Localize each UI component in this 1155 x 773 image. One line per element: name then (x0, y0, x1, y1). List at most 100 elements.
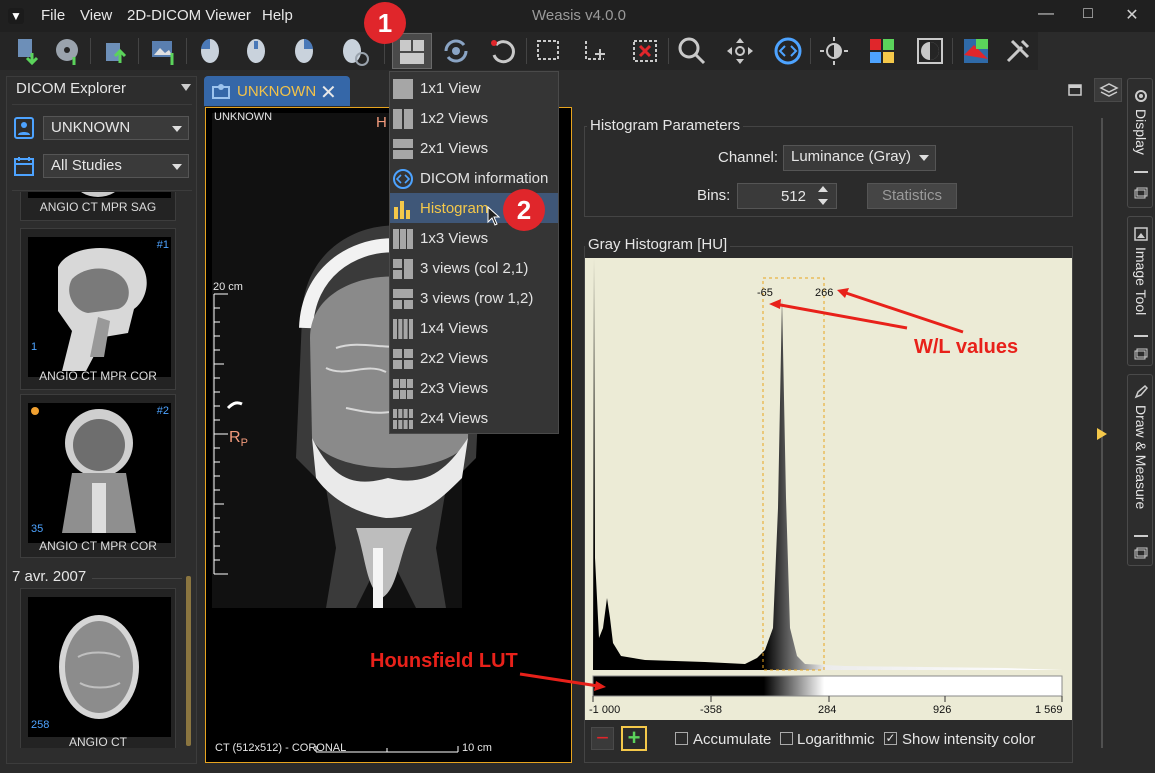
menu-view[interactable]: View (80, 7, 112, 24)
series-item[interactable]: #1 1 ANGIO CT MPR COR (20, 228, 176, 390)
window-high-label: 266 (815, 287, 833, 299)
window-title: Weasis v4.0.0 (532, 7, 626, 24)
spinner-down-icon[interactable] (818, 199, 828, 205)
axis-tick-label: 284 (818, 704, 836, 716)
logarithmic-checkbox[interactable] (780, 732, 793, 745)
bins-spinner[interactable]: 512 (737, 183, 837, 209)
slider-thumb[interactable] (1097, 428, 1107, 440)
restore-panel-icon[interactable] (1134, 187, 1148, 199)
gear-icon (1135, 90, 1147, 102)
menu-help[interactable]: Help (262, 7, 293, 24)
orientation-left: RP (229, 429, 248, 449)
series-label: ANGIO CT (68, 735, 127, 748)
menu-item-2x3-views[interactable]: 2x3 Views (390, 373, 558, 403)
explorer-scrollbar[interactable] (186, 576, 191, 746)
restore-panel-icon[interactable] (1134, 547, 1148, 559)
series-list: ANGIO CT MPR SAG #1 1 ANGIO CT MPR COR #… (12, 192, 182, 748)
restore-panel-icon[interactable] (1134, 348, 1148, 360)
lut-colors-icon[interactable] (866, 35, 898, 67)
statistics-button[interactable]: Statistics (867, 183, 957, 209)
window-level-icon[interactable] (818, 35, 850, 67)
menu-item-2x4-views[interactable]: 2x4 Views (390, 403, 558, 433)
explorer-title: DICOM Explorer (16, 80, 127, 97)
status-dot-icon (31, 407, 39, 415)
minimize-icon[interactable]: — (1036, 5, 1056, 23)
delete-selection-icon[interactable] (630, 35, 662, 67)
gray-histogram-title: Gray Histogram [HU] (585, 236, 731, 253)
add-button[interactable]: + (621, 726, 647, 751)
export-dicom-icon[interactable] (100, 35, 132, 67)
remove-button[interactable]: − (591, 727, 614, 750)
draw-icon (1134, 385, 1148, 399)
histogram-icon (394, 201, 410, 219)
menu-item-3-views-row[interactable]: 3 views (row 1,2) (390, 283, 558, 313)
invert-lut-icon[interactable] (914, 35, 946, 67)
series-item[interactable]: 258 ANGIO CT (20, 588, 176, 748)
tab-display-label: Display (1133, 109, 1149, 155)
studies-combo[interactable]: All Studies (43, 154, 189, 178)
tab-image-tool[interactable]: Image Tool (1127, 216, 1153, 366)
import-cd-icon[interactable] (52, 35, 84, 67)
hounsfield-lut-annotation: Hounsfield LUT (370, 650, 518, 672)
right-panels-strip: Display Image Tool Draw & Measure (1127, 78, 1154, 768)
menu-file[interactable]: File (41, 7, 65, 24)
accumulate-checkbox[interactable] (675, 732, 688, 745)
channel-select[interactable]: Luminance (Gray) (783, 145, 936, 171)
show-intensity-color-checkbox[interactable]: ✓ (884, 732, 897, 745)
menu-item-2x2-views[interactable]: 2x2 Views (390, 343, 558, 373)
mpr-icon[interactable] (960, 35, 992, 67)
studies-combo-value: All Studies (51, 157, 122, 174)
close-window-icon[interactable]: ✕ (1122, 5, 1142, 25)
pan-icon[interactable] (724, 35, 756, 67)
mouse-right-action-icon[interactable] (290, 35, 322, 67)
synchronize-icon[interactable] (440, 35, 472, 67)
series-item[interactable]: #2 35 ANGIO CT MPR COR (20, 394, 176, 558)
reset-icon[interactable] (488, 35, 520, 67)
chevron-down-icon (172, 164, 182, 170)
export-image-icon[interactable] (148, 35, 180, 67)
series-item[interactable]: ANGIO CT MPR SAG (20, 192, 176, 221)
menu-item-1x2-views[interactable]: 1x2 Views (390, 103, 558, 133)
menu-item-3-views-col[interactable]: 3 views (col 2,1) (390, 253, 558, 283)
tab-draw-measure-label: Draw & Measure (1133, 405, 1149, 510)
mouse-left-action-icon[interactable] (196, 35, 228, 67)
tab-draw-measure[interactable]: Draw & Measure (1127, 374, 1153, 566)
viewer-tab-icon (212, 84, 230, 99)
layers-button[interactable] (1094, 78, 1122, 102)
mouse-wheel-action-icon[interactable] (338, 35, 370, 67)
maximize-view-icon[interactable] (1068, 84, 1082, 96)
menu-item-label: 3 views (col 2,1) (420, 260, 529, 277)
show-intensity-color-label: Show intensity color (902, 731, 1036, 748)
mouse-middle-action-icon[interactable] (242, 35, 274, 67)
maximize-icon[interactable]: □ (1078, 5, 1098, 23)
explorer-menu-chevron-icon[interactable] (181, 84, 191, 91)
tools-icon[interactable] (1002, 35, 1034, 67)
menu-item-1x1-view[interactable]: 1x1 View (390, 73, 558, 103)
close-tab-icon[interactable]: ✕ (320, 80, 337, 105)
tab-display[interactable]: Display (1127, 78, 1153, 208)
spinner-up-icon[interactable] (818, 186, 828, 192)
axis-tick-label: -358 (700, 704, 722, 716)
series-thumbnail (28, 403, 171, 543)
zoom-icon[interactable] (676, 35, 708, 67)
bins-value: 512 (780, 188, 806, 205)
scale-label: 20 cm (213, 281, 243, 293)
patient-combo[interactable]: UNKNOWN (43, 116, 189, 140)
series-image-count: 1 (31, 341, 38, 353)
histogram-plot: -65 266 -1 000 -358 284 926 1 569 W/L va… (589, 258, 1063, 716)
menu-item-2x1-views[interactable]: 2x1 Views (390, 133, 558, 163)
select-point-icon[interactable] (582, 35, 614, 67)
study-date-header: 7 avr. 2007 (12, 568, 87, 585)
dicom-info-icon[interactable] (772, 35, 804, 67)
select-rectangle-icon[interactable] (534, 35, 566, 67)
menu-item-1x4-views[interactable]: 1x4 Views (390, 313, 558, 343)
menu-item-dicom-information[interactable]: DICOM information (390, 163, 558, 193)
menu-item-label: 2x4 Views (420, 410, 489, 427)
axis-tick-label: 926 (933, 704, 951, 716)
histogram-chart[interactable]: -65 266 -1 000 -358 284 926 1 569 W/L va… (585, 258, 1072, 720)
menu-2d-dicom-viewer[interactable]: 2D-DICOM Viewer (127, 7, 251, 24)
menu-item-label: Histogram (420, 200, 489, 217)
layout-2x1-icon (393, 139, 413, 159)
import-dicom-icon[interactable] (12, 35, 44, 67)
layout-1x2-icon (393, 109, 413, 129)
